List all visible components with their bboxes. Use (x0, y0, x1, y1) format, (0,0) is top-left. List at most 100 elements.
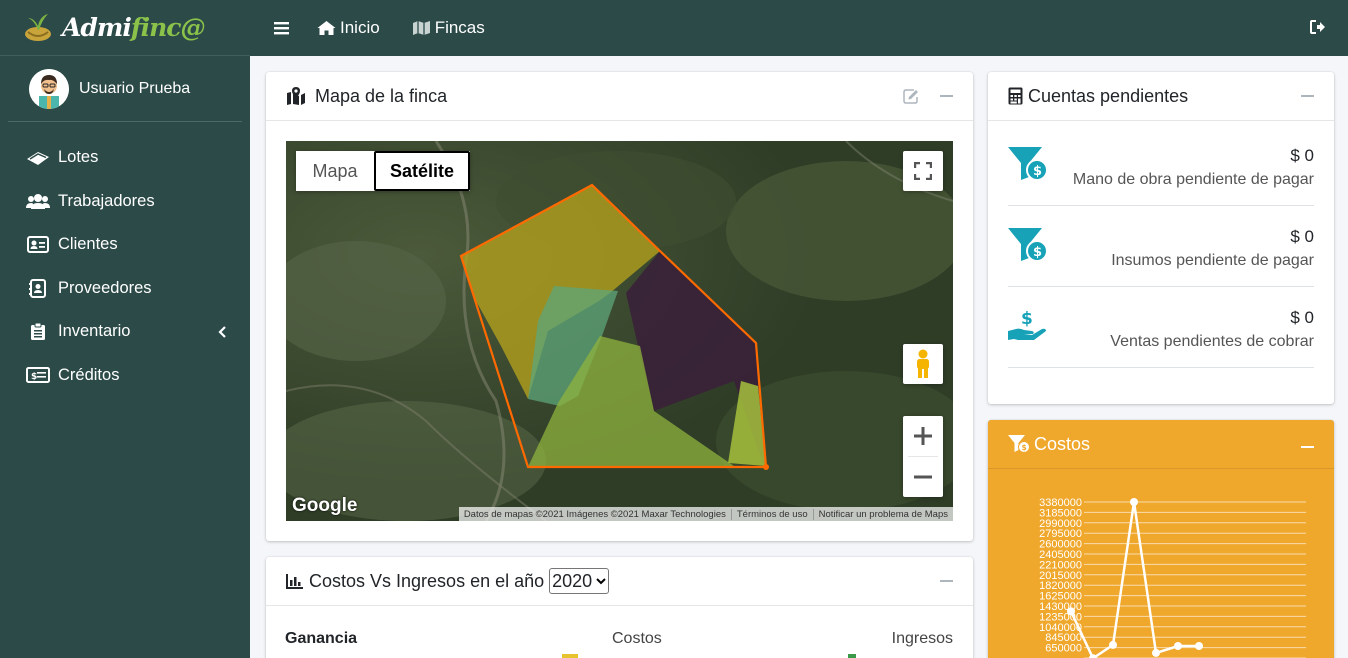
costos-legend: Costos (612, 630, 662, 647)
menu-toggle-icon[interactable] (274, 21, 289, 35)
edit-icon[interactable] (903, 89, 919, 104)
nav-link-fincas[interactable]: Fincas (412, 18, 485, 38)
sidebar-item-lotes[interactable]: Lotes (0, 136, 250, 180)
google-logo: Google (292, 495, 358, 516)
map-marked-icon (286, 87, 306, 105)
sidebar-item-label: Lotes (58, 148, 99, 167)
data-point[interactable] (1174, 642, 1182, 650)
chart-bar-icon (286, 573, 304, 589)
logout-icon[interactable] (1310, 19, 1326, 40)
cuentas-header: Cuentas pendientes (988, 72, 1334, 121)
sidebar-item-label: Clientes (58, 235, 118, 254)
year-select-value: 2020 (552, 570, 593, 591)
sidebar-item-proveedores[interactable]: Proveedores (0, 267, 250, 311)
sidebar-item-label: Inventario (58, 322, 131, 341)
clipboard-icon (26, 322, 50, 341)
map-type-map-button[interactable]: Mapa (296, 151, 374, 191)
calculator-icon (1008, 87, 1023, 105)
terms-link[interactable]: Términos de uso (730, 508, 813, 520)
card-title: Costos (1034, 433, 1091, 454)
zoom-control (903, 416, 943, 497)
brand-name: Admifinc@ (62, 13, 205, 42)
plus-icon (914, 427, 932, 445)
user-name: Usuario Prueba (79, 79, 191, 97)
sidebar-item-clientes[interactable]: Clientes (0, 223, 250, 267)
pegman-icon (917, 349, 929, 378)
users-icon (26, 192, 50, 210)
cuenta-label: Ventas pendientes de cobrar (1110, 333, 1314, 350)
nav-link-label: Inicio (340, 18, 380, 37)
sidebar-nav: Lotes Trabajadores Clientes Proveedores … (0, 136, 250, 397)
costos-ingresos-header: Costos Vs Ingresos en el año 2020 (266, 557, 973, 606)
collapse-button[interactable] (940, 95, 953, 97)
address-book-icon (26, 278, 50, 298)
costos-ingresos-card: Costos Vs Ingresos en el año 2020 Gananc… (266, 557, 973, 658)
year-select[interactable]: 2020 (549, 568, 610, 594)
satellite-imagery (286, 141, 953, 521)
svg-text:$: $ (1033, 245, 1042, 260)
map-type-satellite-button[interactable]: Satélite (374, 151, 470, 191)
address-card-icon (26, 236, 50, 254)
data-point[interactable] (1109, 640, 1117, 649)
card-title: Mapa de la finca (315, 85, 448, 106)
hand-holding-usd-icon: $ (1008, 309, 1048, 348)
funnel-dollar-icon: $ (1008, 147, 1050, 188)
costos-line-chart: 3380000318500029900002795000260000024050… (1039, 497, 1306, 658)
money-bill-icon: $ (26, 366, 50, 384)
sidebar-item-inventario[interactable]: Inventario (0, 310, 250, 354)
card-title: Cuentas pendientes (1028, 85, 1189, 106)
collapse-button[interactable] (1301, 95, 1314, 97)
data-point[interactable] (1152, 648, 1160, 657)
map-card: Mapa de la finca Mapa Satélite Google Da… (266, 72, 973, 541)
funnel-dollar-icon: $ (1008, 435, 1030, 453)
sidebar-item-creditos[interactable]: $ Créditos (0, 354, 250, 398)
map-data-attribution: Datos de mapas ©2021 Imágenes ©2021 Maxa… (463, 508, 726, 520)
user-panel[interactable]: Usuario Prueba (8, 56, 242, 122)
map-attribution: Datos de mapas ©2021 Imágenes ©2021 Maxa… (458, 507, 953, 521)
collapse-button[interactable] (940, 580, 953, 582)
cuenta-mano-de-obra[interactable]: $ $ 0 Mano de obra pendiente de pagar (1008, 125, 1314, 206)
data-point[interactable] (1067, 607, 1075, 616)
zoom-out-button[interactable] (914, 457, 932, 497)
nav-link-inicio[interactable]: Inicio (317, 18, 380, 38)
card-title: Costos Vs Ingresos en el año (309, 570, 545, 591)
collapse-button[interactable] (1301, 446, 1314, 448)
avatar (29, 68, 69, 109)
svg-text:$: $ (1022, 443, 1027, 452)
data-point[interactable] (1130, 498, 1138, 506)
farm-map[interactable]: Mapa Satélite Google Datos de mapas ©202… (286, 141, 953, 521)
street-view-pegman[interactable] (903, 344, 943, 384)
chevron-left-icon (218, 324, 226, 343)
sidebar-item-label: Créditos (58, 365, 120, 384)
sidebar-item-label: Proveedores (58, 278, 152, 297)
sidebar: Admifinc@ Usuario Prueba Lotes Trabajado… (0, 0, 250, 658)
cuenta-amount: $ 0 (1290, 146, 1314, 165)
brand[interactable]: Admifinc@ (0, 0, 250, 56)
top-navbar: Inicio Fincas (250, 0, 1348, 56)
svg-text:$: $ (31, 372, 37, 382)
minus-icon (914, 475, 932, 479)
map-tag-icon (26, 149, 50, 167)
svg-text:$: $ (1033, 164, 1042, 179)
report-problem-link[interactable]: Notificar un problema de Maps (812, 508, 953, 520)
svg-text:$: $ (1021, 309, 1033, 329)
ingresos-legend: Ingresos (891, 630, 953, 647)
fullscreen-button[interactable] (903, 151, 943, 191)
data-point[interactable] (1195, 642, 1203, 650)
map-card-header: Mapa de la finca (266, 72, 973, 121)
cuentas-pendientes-card: Cuentas pendientes $ $ 0 Mano de obra pe… (988, 72, 1334, 404)
costos-legend-swatch (562, 654, 578, 658)
zoom-in-button[interactable] (914, 416, 932, 456)
nav-link-label: Fincas (434, 18, 485, 37)
costos-card: $ Costos 3380000 3185000 2990000 2795000 260… (988, 420, 1334, 658)
chevron-down-icon (596, 577, 606, 585)
cuenta-ventas[interactable]: $ $ 0 Ventas pendientes de cobrar (1008, 287, 1314, 368)
costos-header: $ Costos (988, 420, 1334, 469)
y-tick-label: 650000 (1045, 643, 1082, 655)
sidebar-item-trabajadores[interactable]: Trabajadores (0, 180, 250, 224)
sidebar-item-label: Trabajadores (58, 191, 155, 210)
cuenta-amount: $ 0 (1290, 227, 1314, 246)
brand-logo-icon (20, 10, 56, 46)
ganancia-label: Ganancia (285, 630, 358, 647)
cuenta-insumos[interactable]: $ $ 0 Insumos pendiente de pagar (1008, 206, 1314, 287)
